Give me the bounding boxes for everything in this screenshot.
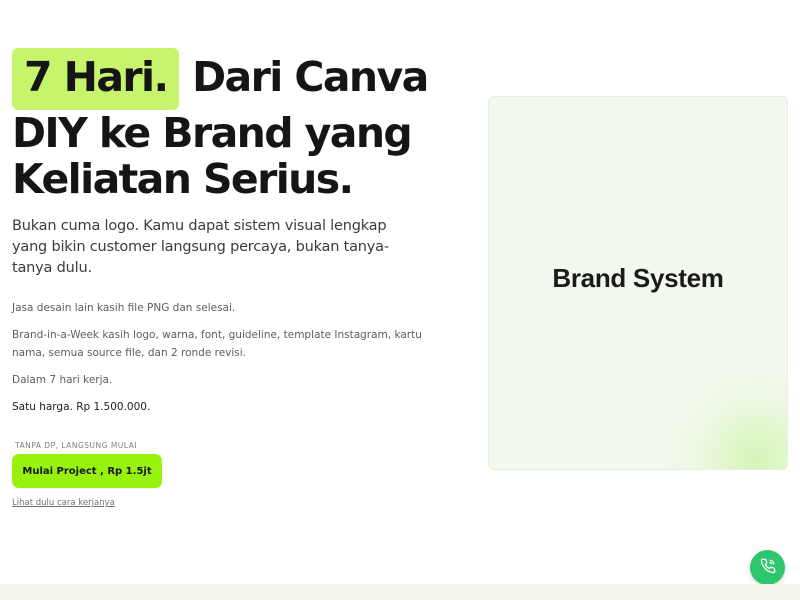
next-section-strip xyxy=(0,584,800,600)
start-project-button[interactable]: Mulai Project , Rp 1.5jt xyxy=(12,454,162,488)
paragraph-comparison: Jasa desain lain kasih file PNG dan sele… xyxy=(12,302,236,314)
paragraph-timeline: Dalam 7 hari kerja. xyxy=(12,374,113,386)
hero-headline: 7 Hari. Dari Canva DIY ke Brand yang Kel… xyxy=(12,48,462,202)
card-glow xyxy=(657,359,787,469)
headline-line3: Keliatan Serius. xyxy=(12,155,354,203)
phone-contact-button[interactable] xyxy=(750,550,785,585)
hero-section: 7 Hari. Dari Canva DIY ke Brand yang Kel… xyxy=(12,48,462,509)
headline-line2: DIY ke Brand yang xyxy=(12,109,413,157)
paragraph-deliverables: Brand-in-a-Week kasih logo, warna, font,… xyxy=(12,329,422,359)
phone-icon xyxy=(760,558,776,578)
card-title: Brand System xyxy=(552,263,724,293)
no-deposit-note: TANPA DP, LANGSUNG MULAI xyxy=(15,441,137,450)
hero-subhead: Bukan cuma logo. Kamu dapat sistem visua… xyxy=(12,218,389,276)
headline-line1-rest: Dari Canva xyxy=(179,53,429,101)
brand-system-card: Brand System xyxy=(488,96,788,470)
how-it-works-link[interactable]: Lihat dulu cara kerjanya xyxy=(12,498,115,508)
headline-highlight: 7 Hari. xyxy=(12,48,180,110)
price-line: Satu harga. Rp 1.500.000. xyxy=(12,401,151,413)
